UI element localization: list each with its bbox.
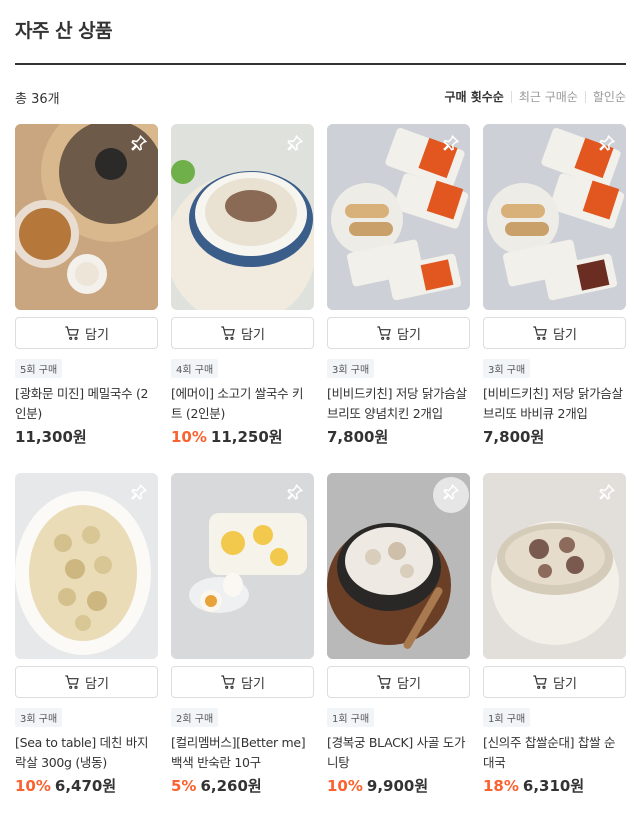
price: 7,800원 (483, 428, 545, 446)
discount-rate: 10% (327, 777, 363, 795)
price: 7,800원 (327, 428, 389, 446)
product-image[interactable] (483, 124, 626, 310)
product-price-row: 18% 6,310원 (483, 775, 626, 796)
product-name[interactable]: [광화문 미진] 메밀국수 (2인분) (15, 384, 158, 424)
purchase-count-badge: 1회 구매 (327, 708, 375, 727)
add-to-cart-button[interactable]: 담기 (483, 317, 626, 349)
purchase-count-badge: 3회 구매 (327, 359, 375, 378)
cart-label: 담기 (553, 676, 577, 692)
add-to-cart-button[interactable]: 담기 (327, 666, 470, 698)
discount-rate: 10% (171, 428, 207, 446)
product-price-row: 10% 6,470원 (15, 775, 158, 796)
product-image[interactable] (171, 473, 314, 659)
add-to-cart-button[interactable]: 담기 (327, 317, 470, 349)
title-divider (15, 63, 626, 65)
pin-icon[interactable] (596, 132, 618, 154)
product-price-row: 11,300원 (15, 426, 158, 447)
cart-icon (221, 675, 235, 689)
product-price-row: 7,800원 (483, 426, 626, 447)
cart-icon (377, 326, 391, 340)
cart-icon (65, 326, 79, 340)
product-card[interactable]: 담기 3회 구매 [비비드키친] 저당 닭가슴살 브리또 바비큐 2개입 7,8… (483, 124, 626, 446)
frequent-products-page: 자주 산 상품 총 36개 구매 횟수순 최근 구매순 할인순 담기 5회 구매… (0, 0, 643, 816)
cart-label: 담기 (241, 327, 265, 343)
product-image[interactable] (171, 124, 314, 310)
product-card[interactable]: 담기 1회 구매 [경복궁 BLACK] 사골 도가니탕 10% 9,900원 (327, 473, 470, 795)
pin-icon[interactable] (440, 481, 462, 503)
product-grid: 담기 5회 구매 [광화문 미진] 메밀국수 (2인분) 11,300원 담기 … (15, 124, 626, 795)
cart-label: 담기 (397, 327, 421, 343)
cart-icon (221, 326, 235, 340)
product-name[interactable]: [에머이] 소고기 쌀국수 키트 (2인분) (171, 384, 314, 424)
add-to-cart-button[interactable]: 담기 (15, 666, 158, 698)
sort-by-discount[interactable]: 할인순 (593, 88, 626, 105)
price: 11,300원 (15, 428, 87, 446)
product-count: 총 36개 (15, 92, 60, 107)
cart-icon (533, 326, 547, 340)
cart-icon (533, 675, 547, 689)
product-image[interactable] (15, 473, 158, 659)
product-price-row: 7,800원 (327, 426, 470, 447)
cart-icon (377, 675, 391, 689)
cart-icon (65, 675, 79, 689)
product-price-row: 10% 9,900원 (327, 775, 470, 796)
cart-label: 담기 (241, 676, 265, 692)
product-image[interactable] (327, 473, 470, 659)
pin-icon[interactable] (284, 481, 306, 503)
sort-by-purchase-count[interactable]: 구매 횟수순 (444, 88, 503, 105)
purchase-count-badge: 2회 구매 (171, 708, 219, 727)
purchase-count-badge: 1회 구매 (483, 708, 531, 727)
sort-divider (510, 90, 512, 103)
product-price-row: 10% 11,250원 (171, 426, 314, 447)
price: 6,470원 (54, 777, 117, 795)
pin-icon[interactable] (284, 132, 306, 154)
price: 11,250원 (210, 428, 283, 446)
price: 6,310원 (522, 777, 585, 795)
purchase-count-badge: 4회 구매 (171, 359, 219, 378)
product-image[interactable] (327, 124, 470, 310)
product-card[interactable]: 담기 4회 구매 [에머이] 소고기 쌀국수 키트 (2인분) 10% 11,25… (171, 124, 314, 446)
product-card[interactable]: 담기 1회 구매 [신의주 찹쌀순대] 찹쌀 순대국 18% 6,310원 (483, 473, 626, 795)
product-image[interactable] (483, 473, 626, 659)
product-price-row: 5% 6,260원 (171, 775, 314, 796)
discount-rate: 18% (483, 777, 519, 795)
product-image[interactable] (15, 124, 158, 310)
purchase-count-badge: 5회 구매 (15, 359, 63, 378)
product-name[interactable]: [신의주 찹쌀순대] 찹쌀 순대국 (483, 733, 626, 773)
price: 9,900원 (366, 777, 429, 795)
product-name[interactable]: [경복궁 BLACK] 사골 도가니탕 (327, 733, 470, 773)
add-to-cart-button[interactable]: 담기 (171, 317, 314, 349)
page-title: 자주 산 상품 (15, 20, 113, 42)
add-to-cart-button[interactable]: 담기 (483, 666, 626, 698)
pin-icon[interactable] (128, 481, 150, 503)
purchase-count-badge: 3회 구매 (15, 708, 63, 727)
pin-icon[interactable] (128, 132, 150, 154)
cart-label: 담기 (85, 327, 109, 343)
pin-icon[interactable] (596, 481, 618, 503)
product-card[interactable]: 담기 2회 구매 [컬리멤버스][Better me] 백색 반숙란 10구 5… (171, 473, 314, 795)
cart-label: 담기 (553, 327, 577, 343)
purchase-count-badge: 3회 구매 (483, 359, 531, 378)
price: 6,260원 (200, 777, 262, 795)
add-to-cart-button[interactable]: 담기 (171, 666, 314, 698)
sort-by-recent[interactable]: 최근 구매순 (519, 88, 578, 105)
sort-divider (584, 90, 586, 103)
product-name[interactable]: [비비드키친] 저당 닭가슴살 브리또 양념치킨 2개입 (327, 384, 470, 424)
product-card[interactable]: 담기 3회 구매 [Sea to table] 데친 바지락살 300g (냉동… (15, 473, 158, 795)
pin-icon[interactable] (440, 132, 462, 154)
cart-label: 담기 (397, 676, 421, 692)
product-card[interactable]: 담기 3회 구매 [비비드키친] 저당 닭가슴살 브리또 양념치킨 2개입 7,… (327, 124, 470, 446)
product-name[interactable]: [비비드키친] 저당 닭가슴살 브리또 바비큐 2개입 (483, 384, 626, 424)
sort-options: 구매 횟수순 최근 구매순 할인순 (444, 88, 626, 105)
add-to-cart-button[interactable]: 담기 (15, 317, 158, 349)
discount-rate: 10% (15, 777, 51, 795)
product-name[interactable]: [컬리멤버스][Better me] 백색 반숙란 10구 (171, 733, 314, 773)
product-name[interactable]: [Sea to table] 데친 바지락살 300g (냉동) (15, 733, 158, 773)
discount-rate: 5% (171, 777, 197, 795)
product-card[interactable]: 담기 5회 구매 [광화문 미진] 메밀국수 (2인분) 11,300원 (15, 124, 158, 446)
cart-label: 담기 (85, 676, 109, 692)
